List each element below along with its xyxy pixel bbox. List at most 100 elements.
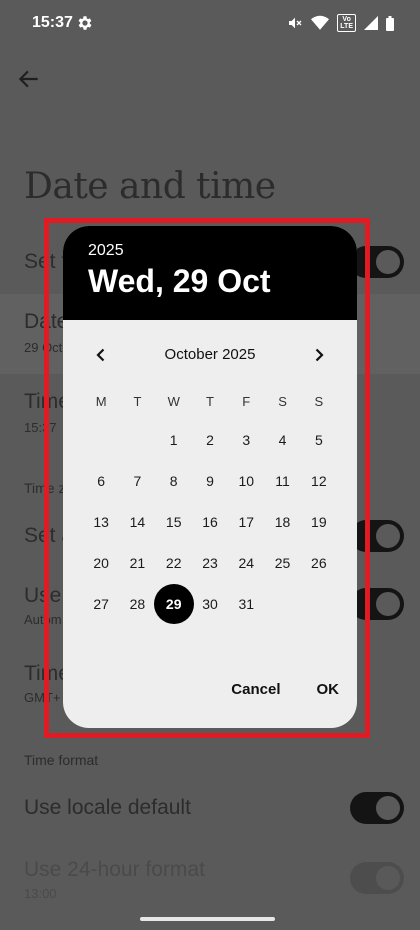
day-number: 7 <box>133 473 142 490</box>
day-number: 13 <box>93 513 109 530</box>
weekday-label: S <box>278 394 287 409</box>
status-icons: Vo LTE <box>287 14 394 32</box>
day-cell[interactable]: 17 <box>228 502 264 543</box>
day-cell[interactable]: 6 <box>83 461 119 502</box>
day-number: 25 <box>274 554 291 571</box>
location-toggle[interactable] <box>350 588 404 620</box>
day-cell[interactable]: 12 <box>301 461 337 502</box>
row-subtitle: 15:37 <box>24 420 57 435</box>
dialog-header: 2025 Wed, 29 Oct <box>63 226 357 320</box>
day-number: 23 <box>202 554 218 571</box>
auto-time-toggle[interactable] <box>350 246 404 278</box>
chevron-right-icon[interactable] <box>308 344 330 366</box>
ok-button[interactable]: OK <box>299 673 358 706</box>
status-bar: 15:37 Vo LTE <box>0 0 420 48</box>
day-number: 21 <box>129 554 146 571</box>
day-cell[interactable]: 18 <box>264 502 300 543</box>
day-cell[interactable]: 14 <box>119 502 155 543</box>
day-cell[interactable]: 31 <box>228 583 264 624</box>
day-cell[interactable]: 8 <box>156 461 192 502</box>
empty-day-cell <box>83 420 119 461</box>
day-cell[interactable]: 28 <box>119 583 155 624</box>
weekday-label: F <box>242 394 251 409</box>
day-number: 31 <box>238 595 255 612</box>
day-number: 8 <box>169 473 178 490</box>
day-cell[interactable]: 9 <box>192 461 228 502</box>
row-subtitle: 13:00 <box>24 886 57 901</box>
selected-year[interactable]: 2025 <box>88 242 124 260</box>
date-picker-dialog: 2025 Wed, 29 Oct October 2025 MTWTFSS 12… <box>63 226 357 728</box>
volte-icon: Vo LTE <box>337 14 356 32</box>
month-navigation: October 2025 <box>63 340 357 370</box>
day-number: 18 <box>274 513 291 530</box>
day-cell[interactable]: 30 <box>192 583 228 624</box>
day-cell[interactable]: 1 <box>156 420 192 461</box>
weekday-label: T <box>133 394 142 409</box>
day-cell[interactable]: 10 <box>228 461 264 502</box>
weekday-label: T <box>206 394 214 409</box>
day-cell[interactable]: 7 <box>119 461 155 502</box>
day-cell[interactable]: 11 <box>264 461 300 502</box>
auto-zone-toggle[interactable] <box>350 520 404 552</box>
weekday-label: M <box>95 394 107 409</box>
day-number: 29 <box>165 595 182 612</box>
back-arrow-icon[interactable] <box>16 66 42 92</box>
24-hour-toggle <box>350 862 404 894</box>
row-title: Date <box>24 310 69 333</box>
dialog-actions: Cancel OK <box>213 673 357 706</box>
day-cell[interactable]: 20 <box>83 542 119 583</box>
day-cell[interactable]: 27 <box>83 583 119 624</box>
day-cell[interactable]: 13 <box>83 502 119 543</box>
day-cell[interactable]: 3 <box>228 420 264 461</box>
row-title: Set t <box>24 250 68 273</box>
day-cell[interactable]: 25 <box>264 542 300 583</box>
status-time: 15:37 <box>32 14 73 31</box>
day-number: 5 <box>314 432 323 449</box>
day-number: 3 <box>242 432 251 449</box>
cancel-button[interactable]: Cancel <box>213 673 298 706</box>
row-use-locale-default[interactable]: Use locale default <box>0 790 420 826</box>
day-cell[interactable]: 15 <box>156 502 192 543</box>
day-cell[interactable]: 22 <box>156 542 192 583</box>
row-title: Use locale default <box>24 796 191 819</box>
day-cell[interactable]: 19 <box>301 502 337 543</box>
gear-icon <box>78 16 92 30</box>
calendar-grid: 1 2 3 4 5 6 7 8 9 10 11 12 13 14 15 16 17 18 19 20 21 22 23 24 2… <box>83 420 337 624</box>
day-number: 10 <box>238 473 255 490</box>
day-number: 26 <box>311 554 327 571</box>
day-cell[interactable]: 2 <box>192 420 228 461</box>
day-cell[interactable]: 5 <box>301 420 337 461</box>
locale-default-toggle[interactable] <box>350 792 404 824</box>
day-cell[interactable]: 29 <box>156 583 192 624</box>
row-subtitle: GMT+ <box>24 690 61 705</box>
day-number: 20 <box>93 554 109 571</box>
day-number: 17 <box>238 513 255 530</box>
day-cell[interactable]: 4 <box>264 420 300 461</box>
day-cell[interactable]: 26 <box>301 542 337 583</box>
row-subtitle: 29 Oct <box>24 340 63 355</box>
day-number: 2 <box>206 432 214 449</box>
signal-icon <box>364 16 378 30</box>
wifi-icon <box>311 15 330 30</box>
day-number: 6 <box>97 473 106 490</box>
day-cell[interactable]: 21 <box>119 542 155 583</box>
day-cell[interactable]: 24 <box>228 542 264 583</box>
day-number: 15 <box>165 513 182 530</box>
row-title: Use <box>24 584 62 607</box>
day-number: 4 <box>278 432 287 449</box>
home-indicator[interactable] <box>140 917 275 921</box>
day-number: 14 <box>129 513 146 530</box>
row-subtitle: Autom <box>24 612 62 627</box>
day-cell[interactable]: 23 <box>192 542 228 583</box>
battery-icon <box>386 15 394 31</box>
weekday-header: MTWTFSS <box>83 394 337 409</box>
day-number: 22 <box>165 554 182 571</box>
day-number: 1 <box>169 432 178 449</box>
day-number: 9 <box>206 473 214 490</box>
empty-day-cell <box>119 420 155 461</box>
day-number: 11 <box>275 473 290 490</box>
day-number: 19 <box>311 513 327 530</box>
day-cell[interactable]: 16 <box>192 502 228 543</box>
day-number: 27 <box>93 595 109 612</box>
weekday-label: S <box>314 394 324 409</box>
